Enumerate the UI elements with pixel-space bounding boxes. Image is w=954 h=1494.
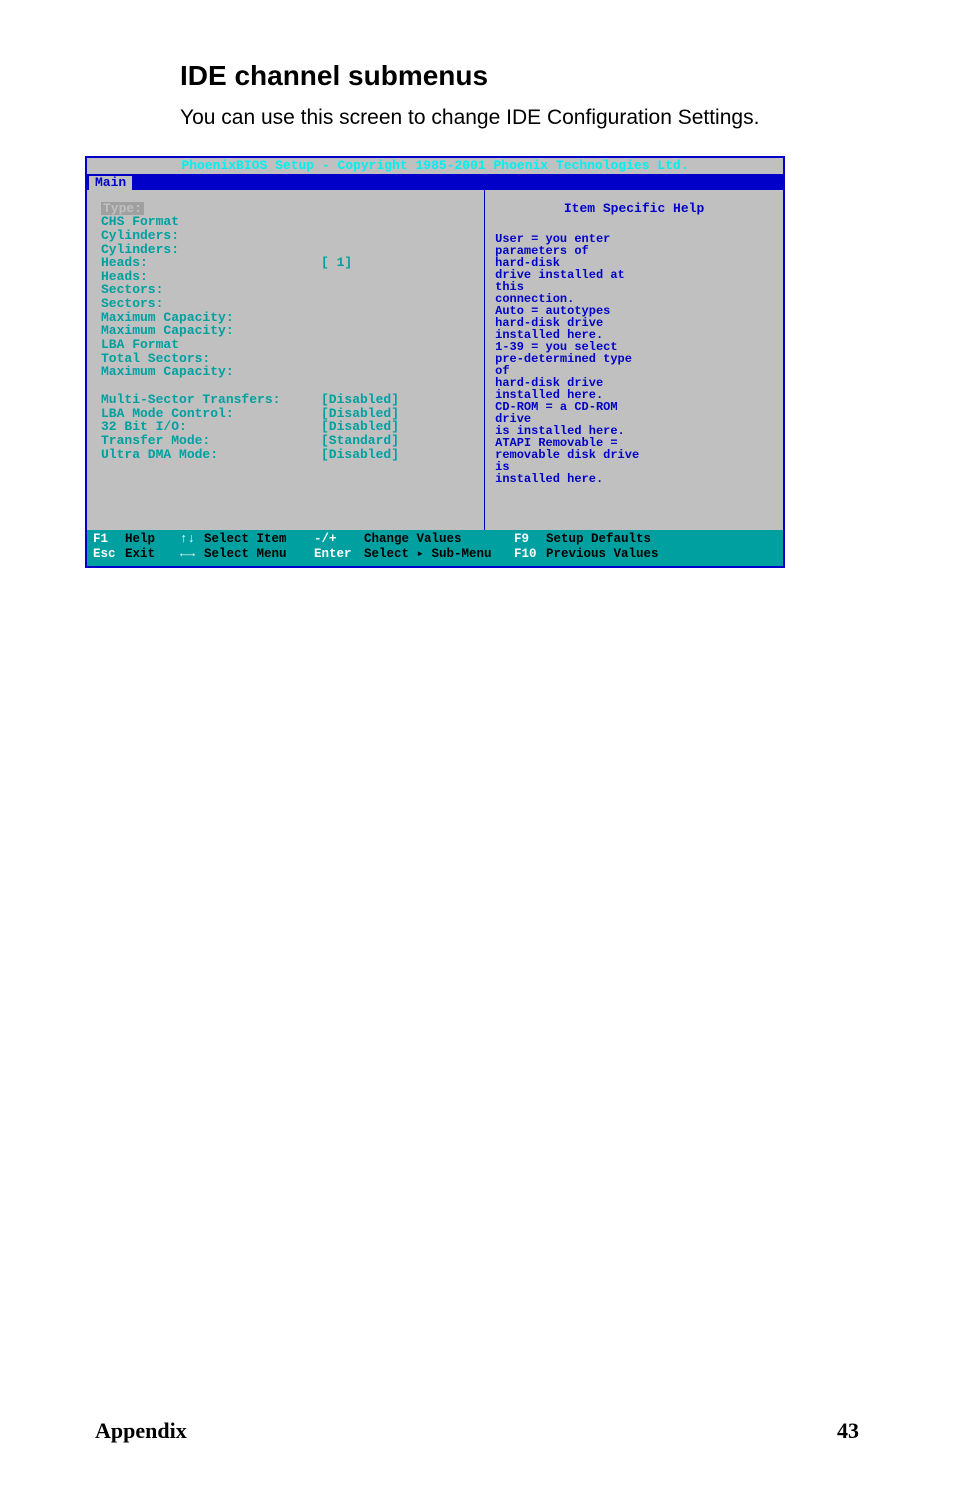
- field-label: Maximum Capacity:: [101, 324, 321, 338]
- field-label: Sectors:: [101, 283, 321, 297]
- label-select-submenu: Select ▸ Sub-Menu: [364, 547, 514, 562]
- bios-body: Type: CHS Format Cylinders: Cylinders: H…: [87, 190, 783, 530]
- section-heading: IDE channel submenus: [180, 60, 859, 92]
- key-f1: F1: [93, 532, 125, 547]
- label-change-values: Change Values: [364, 532, 514, 547]
- bios-footer: F1 Help ↑↓ Select Item -/+ Change Values…: [87, 530, 783, 566]
- setting-label: Multi-Sector Transfers:: [101, 393, 321, 407]
- key-leftright: ←→: [180, 547, 204, 562]
- help-text: User = you enter parameters of hard-disk…: [495, 233, 773, 485]
- field-label: Heads:: [101, 270, 321, 284]
- field-label: CHS Format: [101, 215, 321, 229]
- bios-menubar: Main: [87, 174, 783, 190]
- bios-screenshot: PhoenixBIOS Setup - Copyright 1985-2001 …: [85, 156, 785, 567]
- label-previous-values: Previous Values: [546, 547, 659, 562]
- setting-label: 32 Bit I/O:: [101, 420, 321, 434]
- label-select-menu: Select Menu: [204, 547, 314, 562]
- key-f10: F10: [514, 547, 546, 562]
- setting-value[interactable]: [Disabled]: [321, 393, 399, 407]
- tab-main[interactable]: Main: [89, 176, 132, 190]
- setting-label: LBA Mode Control:: [101, 407, 321, 421]
- field-label: Sectors:: [101, 297, 321, 311]
- page-footer: Appendix 43: [95, 1418, 859, 1444]
- label-setup-defaults: Setup Defaults: [546, 532, 651, 547]
- field-label: Cylinders:: [101, 229, 321, 243]
- type-label: Type:: [101, 202, 144, 216]
- setting-value[interactable]: [Disabled]: [321, 407, 399, 421]
- help-title: Item Specific Help: [495, 198, 773, 216]
- setting-value[interactable]: [Disabled]: [321, 420, 399, 434]
- setting-value[interactable]: [Standard]: [321, 434, 399, 448]
- bios-left-panel: Type: CHS Format Cylinders: Cylinders: H…: [87, 190, 485, 530]
- key-plusminus: -/+: [314, 532, 364, 547]
- setting-value[interactable]: [Disabled]: [321, 448, 399, 462]
- field-label: Maximum Capacity:: [101, 311, 321, 325]
- footer-page-number: 43: [837, 1418, 859, 1444]
- field-label: Cylinders:: [101, 243, 321, 257]
- field-label: Maximum Capacity:: [101, 365, 321, 379]
- field-label: LBA Format: [101, 338, 321, 352]
- label-select-item: Select Item: [204, 532, 314, 547]
- bios-help-panel: Item Specific Help User = you enter para…: [485, 190, 783, 530]
- setting-label: Ultra DMA Mode:: [101, 448, 321, 462]
- field-value[interactable]: [ 1]: [321, 256, 352, 270]
- key-updown: ↑↓: [180, 532, 204, 547]
- field-label: Total Sectors:: [101, 352, 321, 366]
- key-help: Help: [125, 532, 180, 547]
- label-exit: Exit: [125, 547, 180, 562]
- key-enter: Enter: [314, 547, 364, 562]
- key-f9: F9: [514, 532, 546, 547]
- key-esc: Esc: [93, 547, 125, 562]
- bios-title: PhoenixBIOS Setup - Copyright 1985-2001 …: [87, 158, 783, 174]
- footer-appendix: Appendix: [95, 1418, 187, 1444]
- field-label: Heads:: [101, 256, 321, 270]
- intro-text: You can use this screen to change IDE Co…: [180, 104, 859, 132]
- setting-label: Transfer Mode:: [101, 434, 321, 448]
